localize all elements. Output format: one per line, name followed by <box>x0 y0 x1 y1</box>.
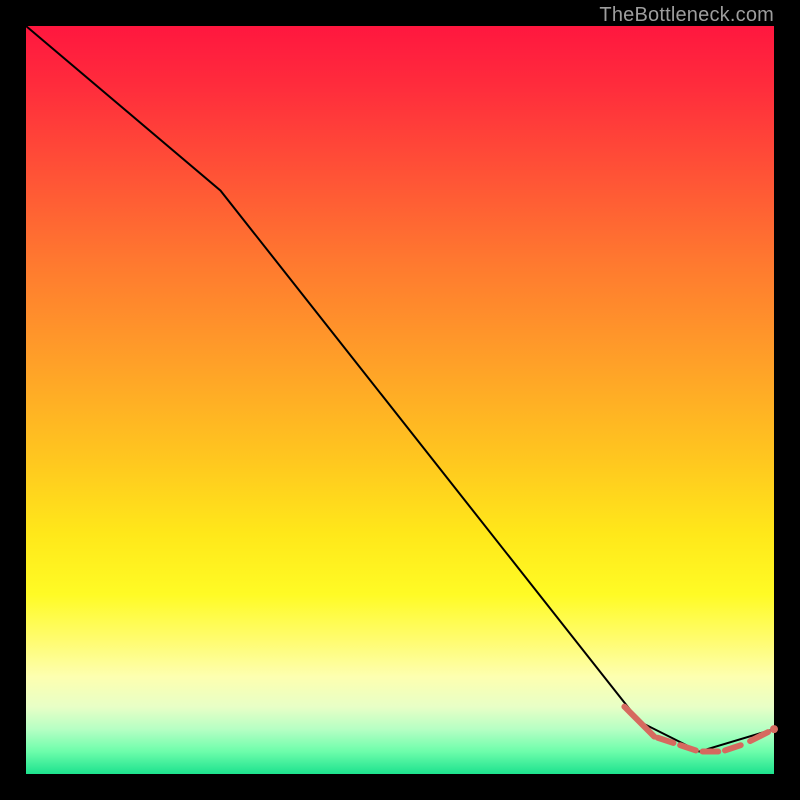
low-band-highlight <box>624 707 778 752</box>
bottleneck-curve <box>26 26 774 752</box>
chart-overlay-svg <box>26 26 774 774</box>
attribution-watermark: TheBottleneck.com <box>599 4 774 27</box>
chart-container: TheBottleneck.com <box>0 0 800 800</box>
